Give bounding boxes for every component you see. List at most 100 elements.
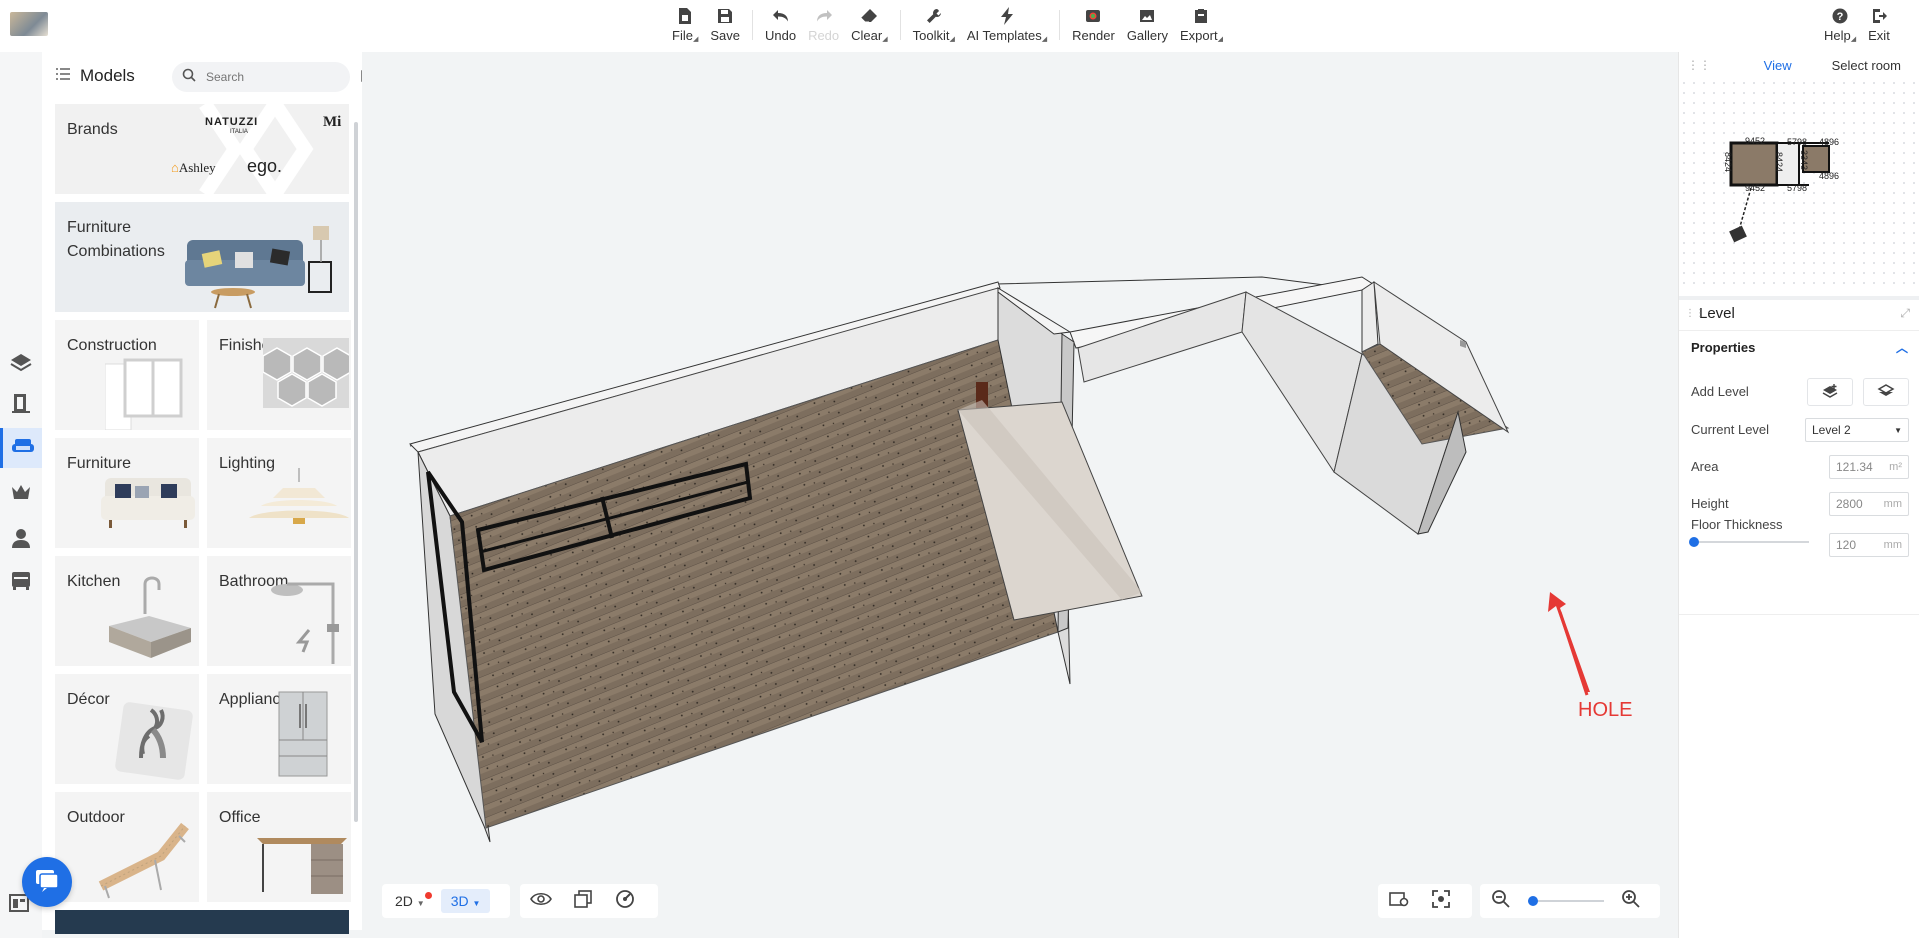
drag-handle-icon[interactable]: ⋮⋮ — [1685, 308, 1705, 319]
layers-cube-icon — [573, 889, 593, 914]
clear-button[interactable]: Clear◢ — [845, 6, 893, 46]
category-appliance[interactable]: Appliance — [207, 674, 351, 784]
fit-view-button[interactable] — [1426, 886, 1456, 916]
redo-icon — [814, 6, 834, 26]
promo-banner[interactable] — [55, 910, 349, 934]
help-button[interactable]: ? Help◢ — [1818, 6, 1862, 46]
redo-label: Redo — [808, 28, 840, 43]
save-button[interactable]: Save — [704, 6, 746, 46]
rail-models-button[interactable] — [0, 428, 42, 468]
list-icon[interactable] — [56, 67, 70, 85]
tab-select-room[interactable]: Select room — [1832, 58, 1901, 78]
brand-logo-mi: Mi — [323, 114, 342, 130]
zoom-controls — [1480, 884, 1660, 918]
lightning-icon — [997, 6, 1017, 26]
left-icon-rail — [0, 52, 42, 938]
expand-icon[interactable]: ⤢ — [1900, 306, 1910, 321]
zoom-in-button[interactable] — [1616, 886, 1646, 916]
rail-crown-button[interactable] — [6, 479, 36, 509]
toolbar-main-group: File◢ Save Undo Redo Clear◢ Toolkit◢ AI … — [666, 6, 1229, 46]
exit-button[interactable]: Exit — [1862, 6, 1896, 46]
brand-logo-ego: ego. — [247, 156, 283, 176]
display-options-group — [520, 884, 658, 918]
gauge-icon — [615, 889, 635, 914]
toolbar-separator — [751, 10, 753, 40]
add-level-row: Add Level — [1691, 378, 1909, 406]
materials-button[interactable] — [568, 886, 598, 916]
models-scrollbar[interactable] — [354, 122, 358, 822]
brands-card[interactable]: Brands NATUZZI ITALIA Mi ⌂Ashley ego. — [55, 104, 349, 194]
camera-settings-button[interactable] — [610, 886, 640, 916]
category-lighting[interactable]: Lighting — [207, 438, 351, 548]
chat-support-button[interactable] — [22, 857, 72, 907]
area-field: 121.34 m² — [1829, 455, 1909, 479]
ashley-house-icon: ⌂ — [171, 160, 179, 175]
help-label: Help — [1824, 28, 1851, 43]
chevron-up-icon[interactable]: ︿ — [1896, 339, 1908, 356]
eye-icon — [530, 892, 552, 911]
rail-user-button[interactable] — [6, 525, 36, 555]
zoom-slider[interactable] — [1528, 896, 1604, 906]
height-field[interactable]: 2800 mm — [1829, 492, 1909, 516]
dim-bottom-left: 9452 — [1745, 183, 1765, 193]
shower-thumbnail — [271, 582, 339, 664]
3d-canvas[interactable]: HOLE — [362, 52, 1678, 938]
zoom-slider-handle[interactable] — [1528, 896, 1538, 906]
rail-door-button[interactable] — [6, 390, 36, 420]
dim-mid: 8424 — [1774, 152, 1784, 172]
floor-thickness-slider-handle[interactable] — [1689, 537, 1699, 547]
category-furniture[interactable]: Furniture — [55, 438, 199, 548]
minimap[interactable]: 9452 5798 4896 8424 8424 3343 9452 5798 … — [1679, 78, 1919, 288]
floor-thickness-field[interactable]: 120 mm — [1829, 533, 1909, 557]
file-button[interactable]: File◢ — [666, 6, 704, 46]
category-bathroom[interactable]: Bathroom — [207, 556, 351, 666]
rail-furniture-button[interactable] — [6, 567, 36, 597]
category-construction[interactable]: Construction — [55, 320, 199, 430]
ai-templates-button[interactable]: AI Templates◢ — [961, 6, 1053, 46]
exit-label: Exit — [1868, 28, 1890, 43]
3d-view-button[interactable]: 3D ▼ — [440, 889, 491, 913]
brand-logo-ashley: ⌂Ashley — [171, 160, 216, 175]
category-decor[interactable]: Décor — [55, 674, 199, 784]
view-mode-switch: 2D ▼ 3D ▼ — [382, 884, 510, 918]
area-row: Area 121.34 m² — [1691, 455, 1909, 479]
camera-presets-button[interactable] — [1384, 886, 1414, 916]
render-button[interactable]: Render — [1066, 6, 1121, 46]
area-label: Area — [1691, 459, 1719, 474]
export-button[interactable]: Export◢ — [1174, 6, 1229, 46]
floor-thickness-row: Floor Thickness 120 mm — [1689, 517, 1909, 557]
drag-handle-icon[interactable]: ⋮⋮ — [1687, 58, 1711, 72]
category-finishes[interactable]: Finishes — [207, 320, 351, 430]
redo-button[interactable]: Redo — [802, 6, 845, 46]
add-level-above-button[interactable] — [1807, 378, 1853, 406]
gallery-icon — [1137, 6, 1157, 26]
dim-left: 8424 — [1723, 152, 1733, 172]
tab-view[interactable]: View — [1764, 58, 1792, 78]
visibility-toggle-button[interactable] — [526, 886, 556, 916]
notification-dot — [424, 892, 432, 899]
zoom-out-button[interactable] — [1486, 886, 1516, 916]
floor-thickness-label: Floor Thickness — [1691, 517, 1783, 532]
add-level-below-button[interactable] — [1863, 378, 1909, 406]
app-root: File◢ Save Undo Redo Clear◢ Toolkit◢ AI … — [0, 0, 1919, 938]
floor-thickness-slider[interactable] — [1689, 537, 1809, 547]
furniture-combinations-label: Furniture Combinations — [67, 219, 165, 260]
furniture-combinations-card[interactable]: Furniture Combinations — [55, 202, 349, 312]
gallery-button[interactable]: Gallery — [1121, 6, 1174, 46]
search-input[interactable] — [206, 70, 361, 84]
models-search — [172, 62, 377, 92]
toolkit-button[interactable]: Toolkit◢ — [907, 6, 961, 46]
current-level-select[interactable]: Level 2 ▼ — [1805, 418, 1909, 442]
2d-view-button[interactable]: 2D ▼ — [385, 889, 435, 913]
app-logo[interactable] — [10, 12, 48, 36]
category-office[interactable]: Office — [207, 792, 351, 902]
rail-floorplan-button[interactable] — [6, 350, 36, 380]
deer-pillow-thumbnail — [115, 702, 193, 780]
properties-header[interactable]: Properties ︿ — [1679, 330, 1919, 364]
focus-icon — [1431, 889, 1451, 914]
sofa-icon — [11, 435, 35, 462]
category-kitchen[interactable]: Kitchen — [55, 556, 199, 666]
refrigerator-thumbnail — [278, 691, 328, 777]
undo-button[interactable]: Undo — [759, 6, 802, 46]
category-outdoor[interactable]: Outdoor — [55, 792, 199, 902]
